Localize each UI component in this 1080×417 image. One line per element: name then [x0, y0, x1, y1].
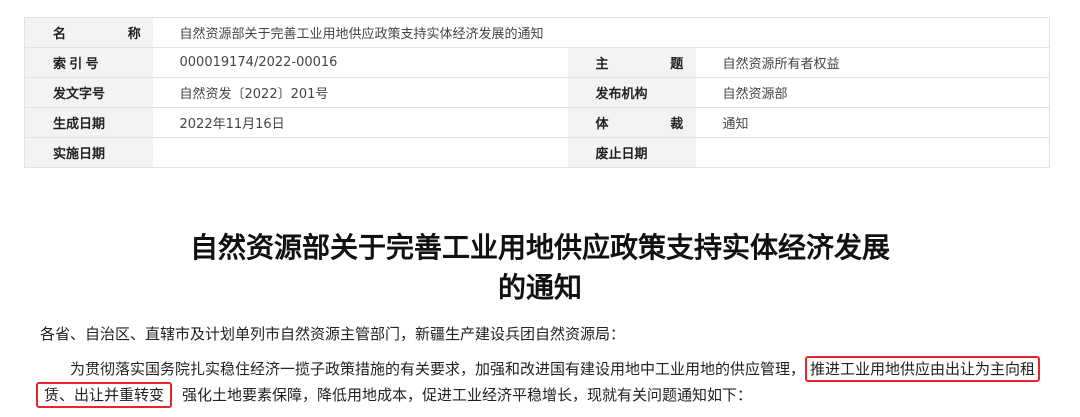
paragraph-1-text: 为贯彻落实国务院扎实稳住经济一揽子政策措施的有关要求，加强和改进国有建设用地中工… [70, 360, 806, 378]
document-metadata-table: 名 称 自然资源部关于完善工业用地供应政策支持实体经济发展的通知 索引号 000… [24, 17, 1051, 168]
meta-row-created-date: 生成日期 2022年11月16日 体 裁 通知 [24, 107, 1051, 138]
highlighted-phrase-part2: 赁、出让并重转变 [36, 382, 173, 408]
meta-value-publisher: 自然资源部 [695, 77, 1051, 108]
meta-value-expiry-date [695, 137, 1051, 168]
meta-value-doc-number: 自然资发〔2022〕201号 [152, 77, 568, 108]
meta-label-doc-number: 发文字号 [24, 77, 153, 108]
meta-label-created-date: 生成日期 [24, 107, 153, 138]
document-title-line1: 自然资源部关于完善工业用地供应政策支持实体经济发展 [189, 231, 890, 264]
meta-value-subject: 自然资源所有者权益 [695, 47, 1051, 78]
meta-row-effective-date: 实施日期 废止日期 [24, 137, 1051, 168]
meta-row-index: 索引号 000019174/2022-00016 主 题 自然资源所有者权益 [24, 47, 1051, 78]
meta-value-effective-date [152, 137, 568, 168]
document-title: 自然资源部关于完善工业用地供应政策支持实体经济发展 的通知 [0, 228, 1080, 308]
salutation: 各省、自治区、直辖市及计划单列市自然资源主管部门，新疆生产建设兵团自然资源局： [40, 325, 626, 343]
document-title-line2: 的通知 [497, 271, 582, 304]
paragraph-1-continuation: 强化土地要素保障，降低用地成本，促进工业经济平稳增长，现就有关问题通知如下： [182, 386, 753, 404]
meta-value-genre: 通知 [695, 107, 1051, 138]
paragraph-1-line1: 为贯彻落实国务院扎实稳住经济一揽子政策措施的有关要求，加强和改进国有建设用地中工… [40, 355, 1080, 383]
meta-label-subject: 主 题 [567, 47, 696, 78]
meta-label-genre: 体 裁 [567, 107, 696, 138]
meta-label-index: 索引号 [24, 47, 153, 78]
meta-label-expiry-date: 废止日期 [567, 137, 696, 168]
meta-row-name: 名 称 自然资源部关于完善工业用地供应政策支持实体经济发展的通知 [24, 17, 1051, 48]
highlighted-phrase-part1: 推进工业用地供应由出让为主向租 [805, 356, 1041, 382]
meta-label-name: 名 称 [24, 17, 153, 48]
meta-value-index: 000019174/2022-00016 [152, 47, 568, 78]
meta-label-effective-date: 实施日期 [24, 137, 153, 168]
meta-value-name: 自然资源部关于完善工业用地供应政策支持实体经济发展的通知 [152, 17, 1051, 48]
meta-row-doc-number: 发文字号 自然资发〔2022〕201号 发布机构 自然资源部 [24, 77, 1051, 108]
meta-label-publisher: 发布机构 [567, 77, 696, 108]
paragraph-1-line2: 赁、出让并重转变 强化土地要素保障，降低用地成本，促进工业经济平稳增长，现就有关问… [36, 381, 1046, 409]
meta-value-created-date: 2022年11月16日 [152, 107, 568, 138]
